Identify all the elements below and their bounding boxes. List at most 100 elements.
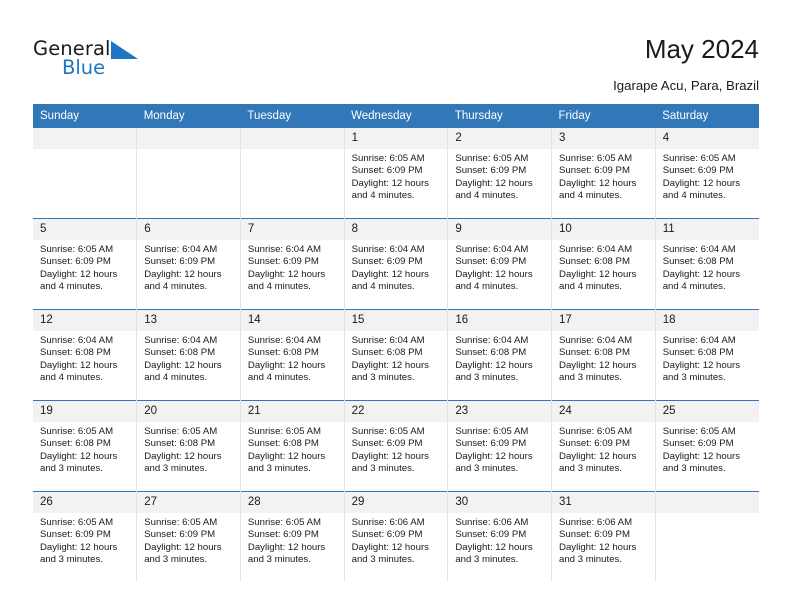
daylight-text-cont: and 3 minutes. <box>455 371 519 383</box>
sunrise-text: Sunrise: 6:04 AM <box>455 335 529 346</box>
sunrise-text: Sunrise: 6:05 AM <box>40 244 114 255</box>
weekday-header-monday: Monday <box>136 104 241 128</box>
day-number: 23 <box>448 401 552 422</box>
weekday-header-friday: Friday <box>551 104 656 128</box>
day-details: Sunrise: 6:04 AM Sunset: 6:08 PM Daylight:… <box>656 240 759 293</box>
calendar-day-cell[interactable]: 14 Sunrise: 6:04 AM Sunset: 6:08 PM Dayligh… <box>239 309 345 401</box>
daylight-text: Daylight: 12 hours <box>144 541 222 553</box>
sunrise-text: Sunrise: 6:04 AM <box>662 244 736 255</box>
calendar-day-cell[interactable]: 31 Sunrise: 6:06 AM Sunset: 6:09 PM Dayligh… <box>551 491 656 582</box>
daylight-text-cont: and 4 minutes. <box>247 280 311 292</box>
calendar-day-cell[interactable]: 10 Sunrise: 6:04 AM Sunset: 6:08 PM Dayligh… <box>551 218 656 310</box>
calendar-day-cell[interactable]: 12 Sunrise: 6:04 AM Sunset: 6:08 PM Dayligh… <box>33 309 137 401</box>
daylight-text: Daylight: 12 hours <box>144 268 222 280</box>
calendar-day-cell[interactable]: 16 Sunrise: 6:04 AM Sunset: 6:08 PM Dayligh… <box>447 309 552 401</box>
sunset-text: Sunset: 6:09 PM <box>144 256 216 268</box>
day-number <box>655 492 759 513</box>
day-number: 20 <box>137 401 240 422</box>
calendar-day-cell[interactable]: 3 Sunrise: 6:05 AM Sunset: 6:09 PM Daylight… <box>551 127 656 219</box>
daylight-text: Daylight: 12 hours <box>40 359 118 371</box>
daylight-text-cont: and 4 minutes. <box>144 371 208 383</box>
sunset-text: Sunset: 6:08 PM <box>662 256 734 268</box>
day-number: 12 <box>33 310 137 331</box>
sunset-text: Sunset: 6:08 PM <box>40 347 111 359</box>
sunset-text: Sunset: 6:08 PM <box>559 347 630 359</box>
calendar-day-cell[interactable]: 8 Sunrise: 6:04 AM Sunset: 6:09 PM Daylight… <box>343 218 448 310</box>
day-details: Sunrise: 6:04 AM Sunset: 6:08 PM Daylight:… <box>552 240 655 293</box>
day-details: Sunrise: 6:05 AM Sunset: 6:09 PM Daylight:… <box>345 422 448 475</box>
day-details: Sunrise: 6:05 AM Sunset: 6:09 PM Daylight:… <box>552 422 655 475</box>
sunrise-text: Sunrise: 6:06 AM <box>351 517 425 528</box>
day-number: 11 <box>655 219 759 240</box>
daylight-text-cont: and 3 minutes. <box>559 462 622 474</box>
daylight-text: Daylight: 12 hours <box>247 541 326 553</box>
day-number: 29 <box>344 492 448 513</box>
calendar-day-cell[interactable]: 13 Sunrise: 6:04 AM Sunset: 6:08 PM Dayligh… <box>136 309 241 401</box>
calendar-day-cell[interactable]: 29 Sunrise: 6:06 AM Sunset: 6:09 PM Dayligh… <box>343 491 448 582</box>
daylight-text-cont: and 3 minutes. <box>559 553 622 565</box>
calendar-day-cell[interactable]: 15 Sunrise: 6:04 AM Sunset: 6:08 PM Dayligh… <box>343 309 448 401</box>
calendar-day-cell[interactable]: 18 Sunrise: 6:04 AM Sunset: 6:08 PM Dayligh… <box>654 309 759 401</box>
calendar-day-cell[interactable]: 21 Sunrise: 6:05 AM Sunset: 6:08 PM Dayligh… <box>239 400 345 492</box>
daylight-text-cont: and 3 minutes. <box>351 371 415 383</box>
day-details: Sunrise: 6:05 AM Sunset: 6:08 PM Daylight:… <box>241 422 344 475</box>
calendar-day-cell[interactable]: 30 Sunrise: 6:06 AM Sunset: 6:09 PM Dayligh… <box>447 491 552 582</box>
day-details: Sunrise: 6:05 AM Sunset: 6:09 PM Daylight:… <box>552 149 655 202</box>
sunrise-text: Sunrise: 6:05 AM <box>559 426 633 437</box>
calendar-day-cell[interactable]: 7 Sunrise: 6:04 AM Sunset: 6:09 PM Daylight… <box>239 218 345 310</box>
calendar-day-cell[interactable]: 11 Sunrise: 6:04 AM Sunset: 6:08 PM Dayligh… <box>654 218 759 310</box>
day-details: Sunrise: 6:05 AM Sunset: 6:08 PM Daylight:… <box>33 422 136 475</box>
daylight-text: Daylight: 12 hours <box>559 541 637 553</box>
daylight-text: Daylight: 12 hours <box>662 359 741 371</box>
calendar-header-row: Sunday Monday Tuesday Wednesday Thursday… <box>33 104 759 128</box>
day-details <box>656 513 759 517</box>
calendar-day-cell[interactable]: 23 Sunrise: 6:05 AM Sunset: 6:09 PM Dayligh… <box>447 400 552 492</box>
sunset-text: Sunset: 6:09 PM <box>40 529 111 541</box>
sunset-text: Sunset: 6:08 PM <box>559 256 630 268</box>
general-blue-logo[interactable]: General Blue <box>33 38 153 84</box>
calendar-week-row: 12 Sunrise: 6:04 AM Sunset: 6:08 PM Dayligh… <box>33 309 759 401</box>
daylight-text-cont: and 4 minutes. <box>662 280 726 292</box>
daylight-text-cont: and 4 minutes. <box>351 280 415 292</box>
calendar-day-cell[interactable]: 17 Sunrise: 6:04 AM Sunset: 6:08 PM Dayligh… <box>551 309 656 401</box>
calendar-day-cell[interactable]: 4 Sunrise: 6:05 AM Sunset: 6:09 PM Daylight… <box>654 127 759 219</box>
daylight-text-cont: and 4 minutes. <box>455 189 519 201</box>
daylight-text-cont: and 4 minutes. <box>559 280 622 292</box>
sunset-text: Sunset: 6:09 PM <box>351 438 423 450</box>
sunset-text: Sunset: 6:08 PM <box>351 347 423 359</box>
calendar-day-cell[interactable]: 9 Sunrise: 6:04 AM Sunset: 6:09 PM Daylight… <box>447 218 552 310</box>
calendar-day-cell[interactable]: 24 Sunrise: 6:05 AM Sunset: 6:09 PM Dayligh… <box>551 400 656 492</box>
calendar-day-cell[interactable]: 20 Sunrise: 6:05 AM Sunset: 6:08 PM Dayligh… <box>136 400 241 492</box>
calendar-day-cell[interactable]: 26 Sunrise: 6:05 AM Sunset: 6:09 PM Dayligh… <box>33 491 137 582</box>
daylight-text: Daylight: 12 hours <box>559 450 637 462</box>
calendar-day-cell[interactable]: 19 Sunrise: 6:05 AM Sunset: 6:08 PM Dayligh… <box>33 400 137 492</box>
sunrise-text: Sunrise: 6:06 AM <box>455 517 529 528</box>
calendar-day-cell[interactable]: 28 Sunrise: 6:05 AM Sunset: 6:09 PM Dayligh… <box>239 491 345 582</box>
sunset-text: Sunset: 6:09 PM <box>662 438 734 450</box>
daylight-text: Daylight: 12 hours <box>247 268 326 280</box>
sunrise-text: Sunrise: 6:04 AM <box>247 244 321 255</box>
calendar-week-row: 26 Sunrise: 6:05 AM Sunset: 6:09 PM Dayligh… <box>33 491 759 582</box>
weekday-header-saturday: Saturday <box>655 104 759 128</box>
daylight-text-cont: and 3 minutes. <box>559 371 622 383</box>
daylight-text: Daylight: 12 hours <box>40 268 118 280</box>
calendar-day-cell[interactable]: 2 Sunrise: 6:05 AM Sunset: 6:09 PM Daylight… <box>447 127 552 219</box>
calendar-day-cell[interactable]: 5 Sunrise: 6:05 AM Sunset: 6:09 PM Daylight… <box>33 218 137 310</box>
daylight-text: Daylight: 12 hours <box>40 450 118 462</box>
day-details <box>33 149 136 153</box>
day-number: 6 <box>137 219 240 240</box>
calendar-day-cell[interactable]: 25 Sunrise: 6:05 AM Sunset: 6:09 PM Dayligh… <box>654 400 759 492</box>
sunset-text: Sunset: 6:08 PM <box>40 438 111 450</box>
daylight-text: Daylight: 12 hours <box>247 450 326 462</box>
calendar-day-cell[interactable]: 27 Sunrise: 6:05 AM Sunset: 6:09 PM Dayligh… <box>136 491 241 582</box>
calendar-day-cell[interactable]: 1 Sunrise: 6:05 AM Sunset: 6:09 PM Daylight… <box>343 127 448 219</box>
calendar-day-cell[interactable]: 22 Sunrise: 6:05 AM Sunset: 6:09 PM Dayligh… <box>343 400 448 492</box>
day-details: Sunrise: 6:06 AM Sunset: 6:09 PM Daylight:… <box>345 513 448 566</box>
sunset-text: Sunset: 6:08 PM <box>247 347 319 359</box>
sunset-text: Sunset: 6:09 PM <box>455 529 527 541</box>
sunrise-text: Sunrise: 6:05 AM <box>40 517 114 528</box>
calendar-day-cell[interactable]: 6 Sunrise: 6:04 AM Sunset: 6:09 PM Daylight… <box>136 218 241 310</box>
day-details: Sunrise: 6:05 AM Sunset: 6:09 PM Daylight:… <box>656 149 759 202</box>
daylight-text-cont: and 3 minutes. <box>144 553 208 565</box>
daylight-text: Daylight: 12 hours <box>40 541 118 553</box>
